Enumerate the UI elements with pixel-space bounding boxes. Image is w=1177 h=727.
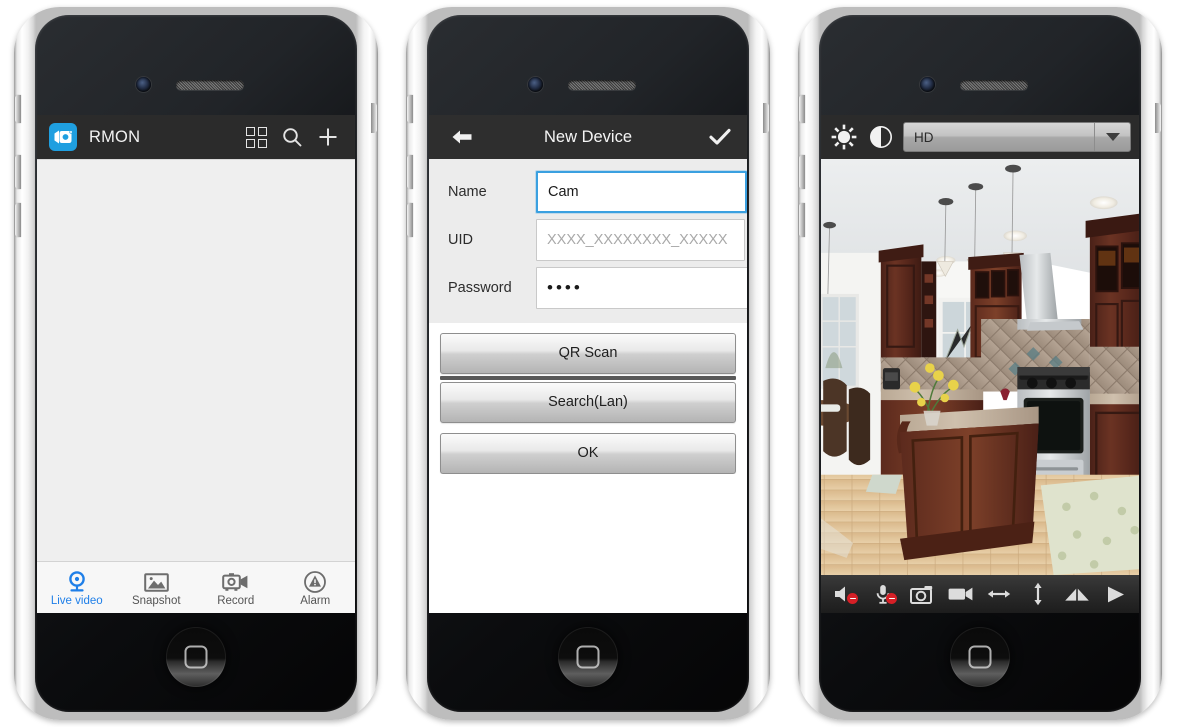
add-device-icon[interactable]: [313, 122, 343, 152]
search-icon[interactable]: [277, 122, 307, 152]
home-button[interactable]: [166, 627, 226, 687]
chevron-down-icon: [1094, 123, 1130, 151]
tab-label-live-video: Live video: [50, 594, 103, 607]
snapshot-button[interactable]: [907, 579, 937, 609]
checkmark-icon[interactable]: [705, 122, 735, 152]
tab-label-snapshot: Snapshot: [131, 594, 181, 607]
silence-switch[interactable]: [15, 95, 21, 123]
qr-scan-button[interactable]: QR Scan: [440, 333, 736, 374]
power-button[interactable]: [371, 103, 377, 133]
search-lan-button[interactable]: Search(Lan): [440, 382, 736, 423]
tab-snapshot[interactable]: Snapshot: [117, 562, 197, 613]
uid-input[interactable]: [536, 219, 745, 261]
microphone-mute-button[interactable]: [868, 579, 898, 609]
page-title: New Device: [543, 127, 633, 146]
volume-down-button[interactable]: [407, 203, 413, 237]
tab-alarm[interactable]: Alarm: [276, 562, 356, 613]
front-camera-icon: [920, 77, 935, 92]
volume-up-button[interactable]: [407, 155, 413, 189]
field-row-uid: UID: [440, 218, 745, 262]
field-label-name: Name: [448, 184, 487, 200]
photo-icon: [143, 570, 169, 595]
field-row-name: Name: [440, 170, 747, 214]
silence-switch[interactable]: [799, 95, 805, 123]
phone-body-1: RMON Live video Snapshot Record Alarm: [35, 15, 357, 712]
phone-body-3: HD: [819, 15, 1141, 712]
volume-down-button[interactable]: [799, 203, 805, 237]
tab-live-video[interactable]: Live video: [37, 562, 117, 613]
screen-live-view: HD: [821, 115, 1139, 613]
record-button[interactable]: [946, 579, 976, 609]
field-row-password: Password: [440, 266, 747, 310]
app-bar: RMON: [37, 115, 355, 159]
tilt-button[interactable]: [1023, 579, 1053, 609]
mirror-button[interactable]: [1062, 579, 1092, 609]
back-arrow-icon[interactable]: [447, 122, 477, 152]
next-button[interactable]: [1101, 579, 1131, 609]
phone-device-1: RMON Live video Snapshot Record Alarm: [14, 7, 378, 720]
power-button[interactable]: [1155, 103, 1161, 133]
video-control-toolbar: [821, 575, 1139, 613]
screenshot-stage: RMON Live video Snapshot Record Alarm Ne…: [0, 0, 1177, 727]
camcorder-icon: [222, 570, 249, 595]
home-button[interactable]: [558, 627, 618, 687]
ok-button[interactable]: OK: [440, 433, 736, 474]
front-camera-icon: [528, 77, 543, 92]
screen-device-list: RMON Live video Snapshot Record Alarm: [37, 115, 355, 613]
volume-up-button[interactable]: [15, 155, 21, 189]
tab-label-record: Record: [217, 594, 255, 607]
camcorder-app-icon: [49, 123, 77, 151]
device-form: Name UID Password: [429, 159, 747, 323]
volume-down-button[interactable]: [15, 203, 21, 237]
video-quality-select[interactable]: HD: [903, 122, 1131, 152]
home-square-icon: [184, 645, 208, 669]
grid-view-icon[interactable]: [241, 122, 271, 152]
field-label-password: Password: [448, 280, 512, 296]
tab-record[interactable]: Record: [196, 562, 276, 613]
form-actions: QR Scan Search(Lan) OK: [429, 323, 747, 474]
speaker-mute-button[interactable]: [829, 579, 859, 609]
pan-button[interactable]: [984, 579, 1014, 609]
brightness-sun-icon[interactable]: [829, 122, 859, 152]
home-square-icon: [968, 645, 992, 669]
contrast-icon[interactable]: [866, 122, 896, 152]
name-input[interactable]: [536, 171, 747, 213]
camera-video-feed[interactable]: [821, 159, 1139, 575]
screen-new-device: New Device Name UID: [429, 115, 747, 613]
form-empty-space: [429, 474, 747, 613]
home-square-icon: [576, 645, 600, 669]
volume-up-button[interactable]: [799, 155, 805, 189]
password-input[interactable]: [536, 267, 747, 309]
phone-device-2: New Device Name UID: [406, 7, 770, 720]
field-label-uid: UID: [448, 232, 473, 248]
front-camera-icon: [136, 77, 151, 92]
earpiece-speaker-grille: [568, 80, 636, 90]
power-button[interactable]: [763, 103, 769, 133]
phone-body-2: New Device Name UID: [427, 15, 749, 712]
silence-switch[interactable]: [407, 95, 413, 123]
bottom-tab-bar: Live video Snapshot Record Alarm: [37, 561, 355, 613]
nav-bar: New Device: [429, 115, 747, 159]
earpiece-speaker-grille: [960, 80, 1028, 90]
video-top-bar: HD: [821, 115, 1139, 159]
home-button[interactable]: [950, 627, 1010, 687]
button-gap: [440, 423, 736, 433]
webcam-icon: [65, 570, 89, 595]
device-list-empty: [37, 159, 355, 561]
video-quality-value: HD: [914, 129, 934, 145]
tab-label-alarm: Alarm: [300, 594, 331, 607]
mute-badge-icon: [886, 593, 898, 604]
app-title: RMON: [89, 127, 141, 146]
earpiece-speaker-grille: [176, 80, 244, 90]
warning-circle-icon: [303, 570, 327, 595]
button-separator: [440, 376, 736, 380]
mute-badge-icon: [847, 593, 859, 604]
phone-device-3: HD: [798, 7, 1162, 720]
